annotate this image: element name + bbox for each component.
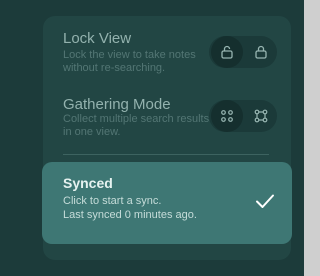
lock-view-description: Lock the view to take notes without re-s… [63,49,196,74]
lock-button[interactable] [245,36,277,68]
sync-button[interactable]: Synced Click to start a sync. Last synce… [42,162,292,244]
nodes-icon [254,109,268,123]
unlock-icon [221,45,233,59]
checkmark-icon [256,194,274,208]
settings-panel: Lock View Lock the view to take notes wi… [42,16,292,260]
nodes-mode-button[interactable] [245,100,277,132]
gathering-mode-title: Gathering Mode [63,96,171,113]
grid-dots-icon [221,110,233,122]
unlock-button[interactable] [211,36,243,68]
lock-view-toggle [209,36,277,68]
grid-mode-button[interactable] [211,100,243,132]
gathering-mode-description: Collect multiple search results in one v… [63,113,210,138]
sync-title: Synced [63,175,113,191]
lock-icon [255,45,267,59]
window-edge [304,0,320,276]
sync-description: Click to start a sync. Last synced 0 min… [63,195,197,221]
gathering-mode-toggle [209,100,277,132]
divider [63,154,269,155]
lock-view-title: Lock View [63,30,132,47]
